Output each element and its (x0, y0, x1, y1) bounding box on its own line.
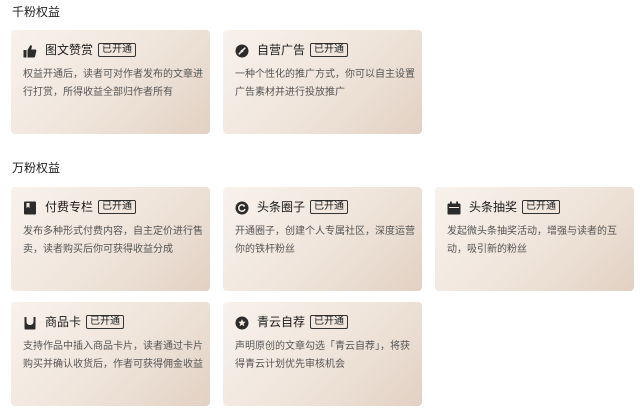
benefit-card-product-card[interactable]: 商品卡 已开通 支持作品中插入商品卡片，读者通过卡片购买并确认收货后，作者可获得… (11, 302, 210, 406)
benefit-card-toutiao-circle[interactable]: 头条圈子 已开通 开通圈子，创建个人专属社区，深度运营你的铁杆粉丝 (223, 187, 422, 291)
card-description: 发布多种形式付费内容，自主定价进行售卖，读者购买后你可获得收益分成 (23, 226, 203, 255)
benefit-card-image-text-reward[interactable]: 图文赞赏 已开通 权益开通后，读者可对作者发布的文章进行打赏，所得收益全部归作者… (11, 30, 210, 134)
status-badge: 已开通 (310, 200, 349, 214)
card-title: 自营广告 (257, 43, 306, 57)
section-title-ten-thousand-fans: 万粉权益 (12, 161, 61, 175)
status-badge: 已开通 (98, 200, 137, 214)
card-title: 图文赞赏 (45, 43, 94, 57)
refresh-circle-icon (235, 200, 249, 215)
card-title: 付费专栏 (45, 200, 94, 214)
section-title-thousand-fans: 千粉权益 (12, 5, 61, 19)
card-title: 头条圈子 (257, 200, 306, 214)
shopping-bag-icon (23, 315, 37, 330)
card-description: 发起微头条抽奖活动，增强与读者的互动，吸引新的粉丝 (447, 226, 617, 255)
bookmark-book-icon (23, 200, 37, 215)
gauge-icon (235, 43, 249, 58)
benefit-card-paid-column[interactable]: 付费专栏 已开通 发布多种形式付费内容，自主定价进行售卖，读者购买后你可获得收益… (11, 187, 210, 291)
card-title: 青云自荐 (257, 315, 306, 329)
status-badge: 已开通 (98, 43, 137, 57)
card-description: 声明原创的文章勾选「青云自荐」，将获得青云计划优先审核机会 (235, 341, 410, 370)
card-description: 权益开通后，读者可对作者发布的文章进行打赏，所得收益全部归作者所有 (23, 69, 203, 98)
card-title: 头条抽奖 (469, 200, 518, 214)
status-badge: 已开通 (86, 315, 125, 329)
calendar-icon (447, 200, 461, 215)
status-badge: 已开通 (522, 200, 561, 214)
status-badge: 已开通 (310, 43, 349, 57)
thumbs-up-icon (23, 43, 37, 58)
benefit-card-qingyun-recommend[interactable]: 青云自荐 已开通 声明原创的文章勾选「青云自荐」，将获得青云计划优先审核机会 (223, 302, 422, 406)
card-description: 支持作品中插入商品卡片，读者通过卡片购买并确认收货后，作者可获得佣金收益 (23, 341, 203, 370)
card-title: 商品卡 (45, 315, 82, 329)
card-description: 开通圈子，创建个人专属社区，深度运营你的铁杆粉丝 (235, 226, 415, 255)
benefit-card-toutiao-lottery[interactable]: 头条抽奖 已开通 发起微头条抽奖活动，增强与读者的互动，吸引新的粉丝 (435, 187, 634, 291)
star-circle-icon (235, 315, 249, 330)
card-description: 一种个性化的推广方式，你可以自主设置广告素材并进行投放推广 (235, 69, 415, 98)
status-badge: 已开通 (310, 315, 349, 329)
benefit-card-self-ads[interactable]: 自营广告 已开通 一种个性化的推广方式，你可以自主设置广告素材并进行投放推广 (223, 30, 422, 134)
